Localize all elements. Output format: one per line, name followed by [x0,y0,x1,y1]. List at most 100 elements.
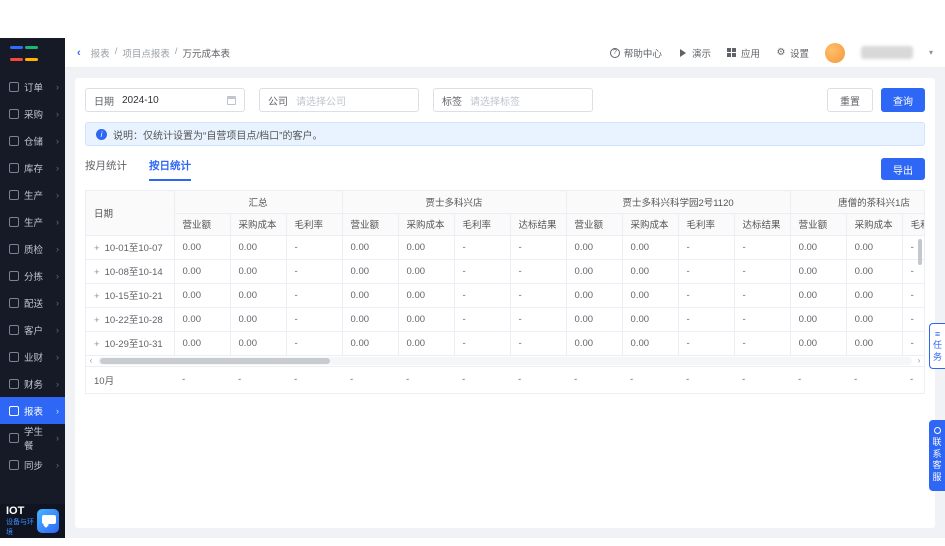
breadcrumb-segment[interactable]: 项目点报表 [122,46,170,60]
sidebar-item-label: 学生餐 [24,426,44,452]
value-cell: - [678,331,735,356]
tab-daily-stats[interactable]: 按日统计 [149,158,191,181]
expand-icon[interactable]: + [94,315,100,326]
user-avatar[interactable] [824,42,845,63]
value-cell: 0.00 [566,259,623,284]
column-header: 采购成本 [846,213,903,236]
chevron-right-icon: › [56,108,59,119]
vscroll-thumb[interactable] [918,239,922,265]
column-header: 采购成本 [398,213,455,236]
summary-cell: - [622,366,678,393]
sidebar-item-inventory[interactable]: 库存 › [0,154,65,181]
chevron-right-icon: › [56,270,59,281]
demo-button[interactable]: 演示 [678,46,711,60]
sidebar-item-finance[interactable]: 财务 › [0,370,65,397]
inventory-icon [9,162,19,173]
logo-bar [10,58,23,61]
sidebar-item-production-2[interactable]: 生产 › [0,208,65,235]
sidebar-menu: 订单 › 采购 › 仓储 › 库存 › 生产 › 生产 › 质检 › 分拣 › 配送 › 客户 › 业财 › 财务 › 报表 › 学… [0,68,65,504]
company-select[interactable]: 公司 请选择公司 [259,88,419,112]
value-cell: 0.00 [230,259,287,284]
top-navbar: ‹ 报表 / 项目点报表 / 万元成本表 ? 帮助中心 演示 应用 ⚙ 设置 ▾ [65,38,945,68]
column-header: 营业额 [790,213,847,236]
value-cell: - [734,235,791,260]
sidebar-item-warehouse[interactable]: 仓储 › [0,127,65,154]
summary-cell: - [510,366,566,393]
sidebar-item-reports[interactable]: 报表 › [0,397,65,424]
table-row[interactable]: +10-08至10-14 0.00 0.00-0.00 0.00- -0.00 0.00-… [86,259,924,284]
chevron-right-icon: › [56,351,59,362]
scroll-right-icon[interactable]: › [914,356,924,366]
expand-icon[interactable]: + [94,267,100,278]
scroll-left-icon[interactable]: ‹ [86,356,96,366]
iot-title: IOT [6,504,25,517]
hscroll-thumb[interactable] [100,357,330,364]
sidebar-item-customers[interactable]: 客户 › [0,316,65,343]
summary-cell: - [286,366,342,393]
nav-action-label: 演示 [691,48,711,60]
chevron-right-icon: › [56,405,59,416]
sidebar-item-quality[interactable]: 质检 › [0,235,65,262]
value-cell: - [454,307,511,332]
expand-icon[interactable]: + [94,291,100,302]
chevron-right-icon: › [56,459,59,470]
table-row[interactable]: +10-29至10-31 0.00 0.00-0.00 0.00- -0.00 0.00-… [86,331,924,356]
apps-button[interactable]: 应用 [726,46,760,60]
value-cell: - [286,307,343,332]
contact-support-float-tab[interactable]: 联系客服 [929,420,945,491]
table-row[interactable]: +10-15至10-21 0.00 0.00-0.00 0.00- -0.00 0.00-… [86,283,924,308]
sidebar-item-delivery[interactable]: 配送 › [0,289,65,316]
value-cell: 0.00 [174,259,231,284]
sidebar-item-label: 生产 [24,217,44,229]
value-cell: - [902,283,924,308]
column-header: 达标结果 [510,213,567,236]
export-button[interactable]: 导出 [881,158,925,180]
expand-icon[interactable]: + [94,339,100,350]
column-header: 毛利率 [902,213,924,236]
date-range-cell: +10-01至10-07 [86,235,175,260]
settings-gear-icon: ⚙ [776,47,786,58]
sidebar-item-sorting[interactable]: 分拣 › [0,262,65,289]
query-button[interactable]: 查询 [881,88,925,112]
sidebar-item-business-finance[interactable]: 业财 › [0,343,65,370]
iot-footer[interactable]: IOT 设备与环境 [0,504,65,538]
help-center-button[interactable]: ? 帮助中心 [609,46,662,60]
chevron-right-icon: › [56,378,59,389]
tag-select[interactable]: 标签 请选择标签 [433,88,593,112]
table-row[interactable]: +10-01至10-07 0.00 0.00-0.00 0.00- -0.00 0.00-… [86,235,924,260]
logo-bar [25,46,38,49]
chevron-down-icon[interactable]: ▾ [929,48,933,57]
demo-icon [678,48,688,58]
sidebar-item-production[interactable]: 生产 › [0,181,65,208]
breadcrumb-segment: 万元成本表 [182,48,230,60]
value-cell: 0.00 [622,235,679,260]
column-header: 毛利率 [286,213,343,236]
value-cell: - [286,259,343,284]
task-float-tab[interactable]: ≡ 任务 [929,323,945,369]
settings-button[interactable]: ⚙ 设置 [776,46,809,60]
column-header: 营业额 [342,213,399,236]
expand-icon[interactable]: + [94,243,100,254]
sidebar-item-student-meal[interactable]: 学生餐 › [0,424,65,452]
tabs-bar: 按月统计 按日统计 导出 [85,158,925,184]
sidebar-item-label: 客户 [24,325,44,337]
date-picker[interactable]: 日期 2024-10 [85,88,245,112]
table-row[interactable]: +10-22至10-28 0.00 0.00-0.00 0.00- -0.00 0.00-… [86,307,924,332]
value-cell: - [454,331,511,356]
sidebar-item-orders[interactable]: 订单 › [0,73,65,100]
breadcrumb-segment[interactable]: 报表 [91,46,110,60]
summary-cell: - [790,366,846,393]
stats-table-wrap: 日期 汇总 贾士多科兴店 贾士多科兴科学园2号1120 唐僧的茶科兴1店 营业额 采购成本毛… [85,190,925,394]
sidebar-collapse-icon[interactable]: ‹ [77,47,81,59]
sidebar-item-purchase[interactable]: 采购 › [0,100,65,127]
sidebar-item-label: 库存 [24,163,44,175]
group-header: 汇总 [174,191,343,214]
tab-monthly-stats[interactable]: 按月统计 [85,158,127,179]
reset-button[interactable]: 重置 [827,88,873,112]
app-logo [0,38,46,68]
chevron-right-icon: › [56,432,59,443]
value-cell: - [510,307,567,332]
summary-cell: - [398,366,454,393]
sidebar-item-sync[interactable]: 同步 › [0,451,65,478]
value-cell: 0.00 [230,307,287,332]
